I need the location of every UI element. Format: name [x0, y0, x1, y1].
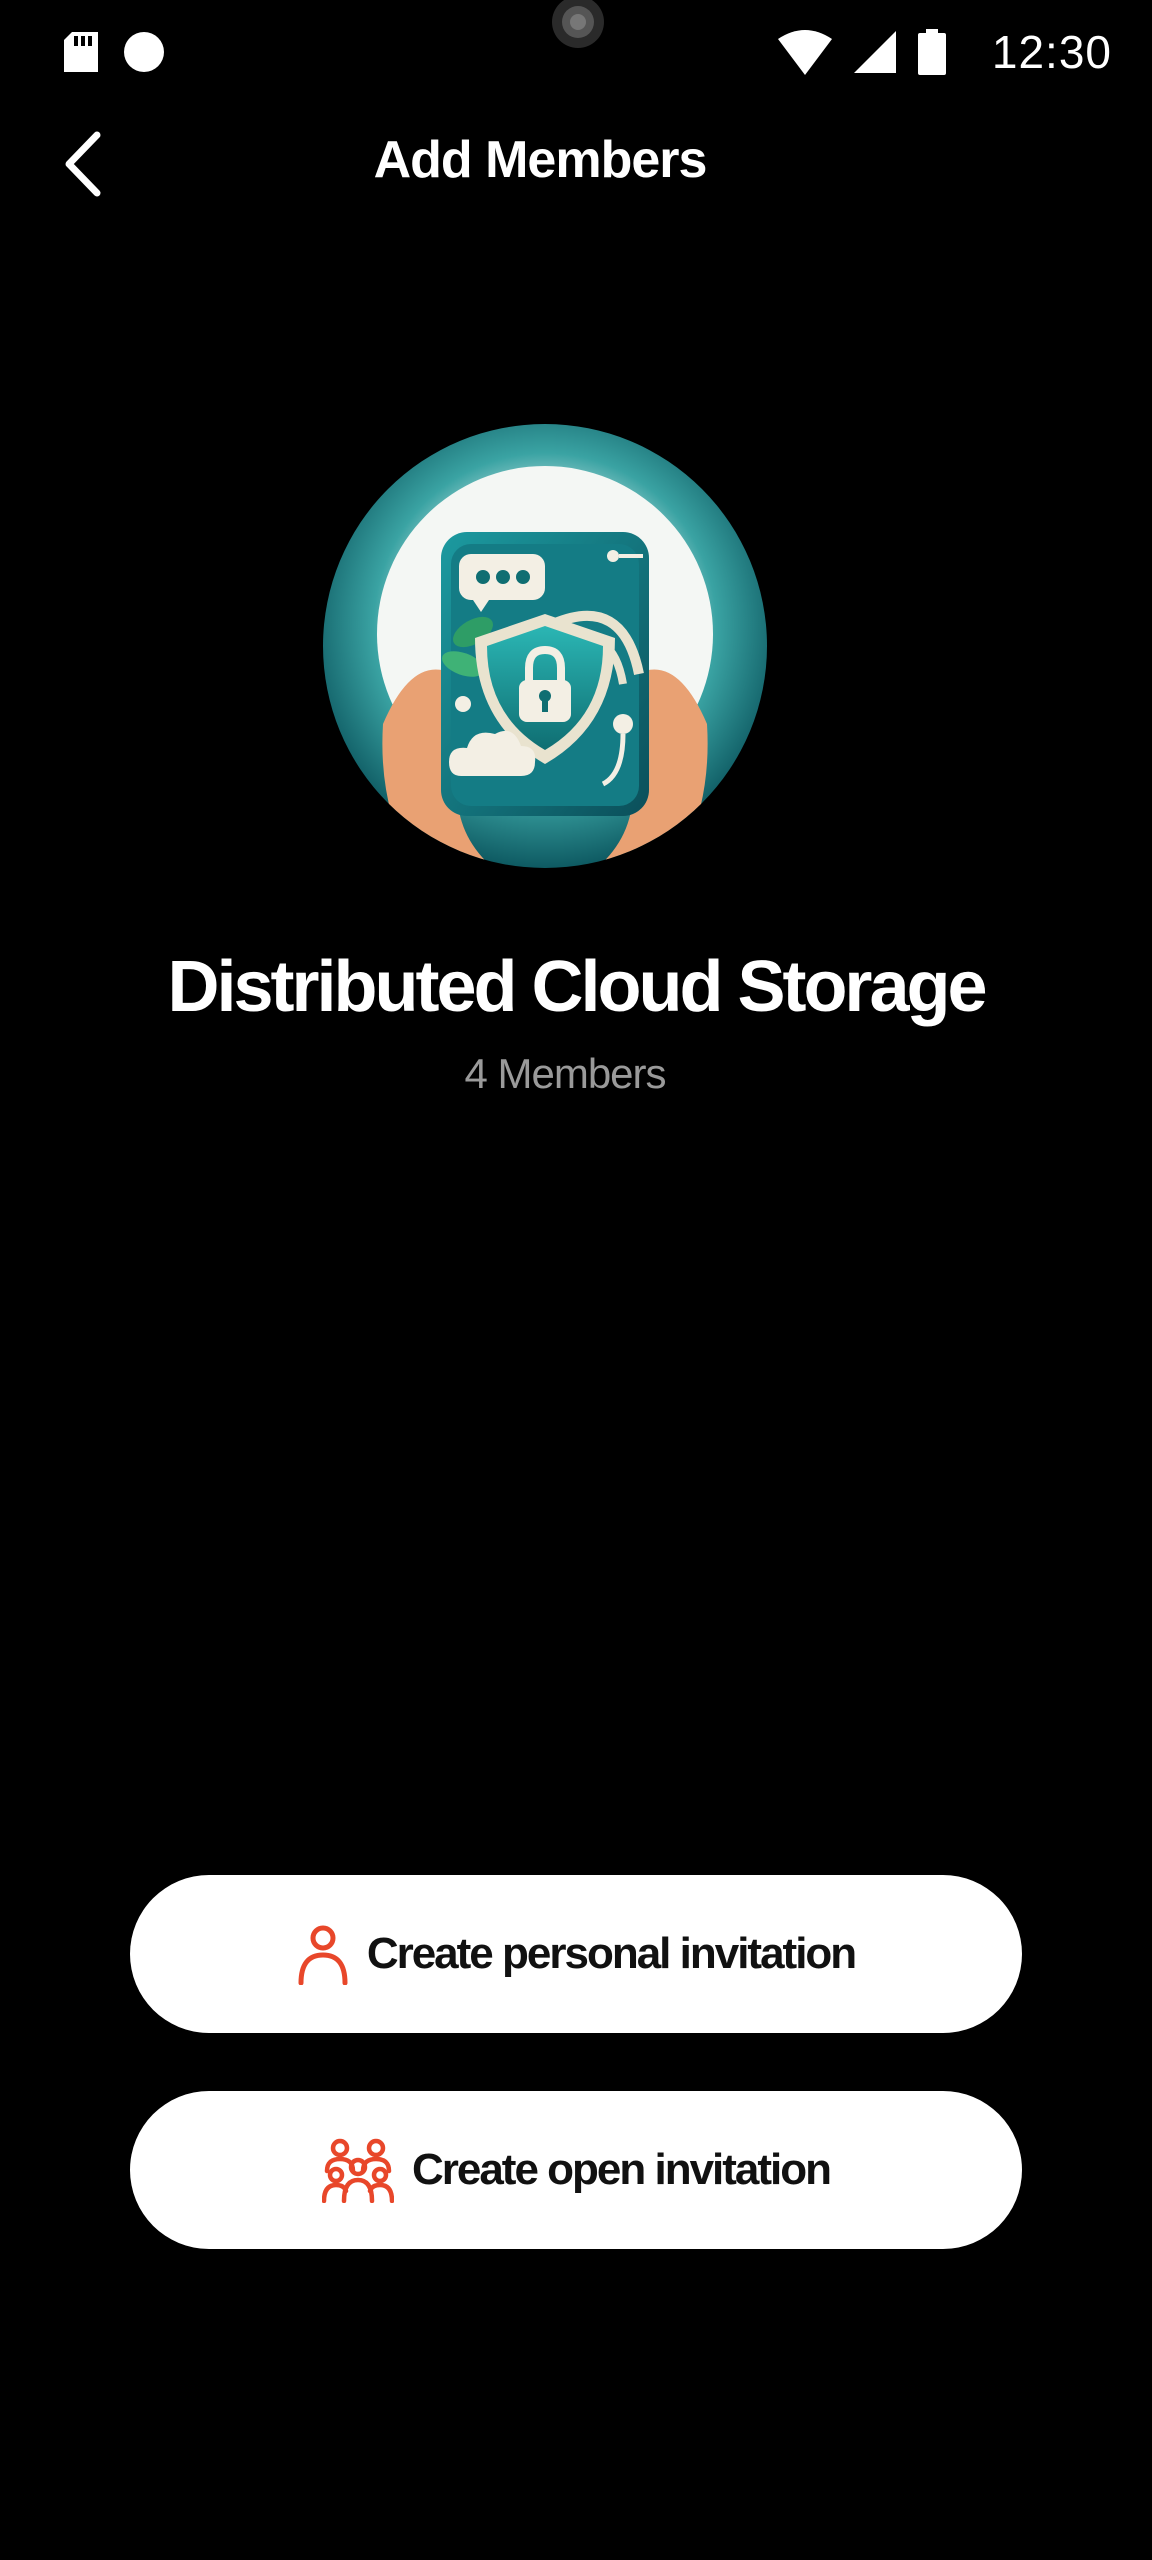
status-bar: 12:30 — [0, 0, 1152, 110]
group-name: Distributed Cloud Storage — [167, 947, 987, 1027]
open-invitation-label: Create open invitation — [411, 2145, 832, 2194]
status-right-icons: 12:30 — [777, 14, 1112, 90]
page-title: Add Members — [373, 131, 708, 189]
battery-icon — [917, 29, 946, 75]
group-outline-icon — [321, 2138, 394, 2203]
status-left-icons — [64, 32, 164, 72]
notification-dot-icon — [124, 32, 164, 72]
group-avatar[interactable] — [323, 424, 767, 868]
member-count: 4 Members — [464, 1050, 666, 1097]
front-camera — [552, 0, 604, 48]
create-open-invitation-button[interactable]: Create open invitation — [130, 2091, 1022, 2249]
create-personal-invitation-button[interactable]: Create personal invitation — [130, 1875, 1022, 2033]
secure-phone-shield-lock-illustration — [323, 424, 767, 868]
wifi-icon — [777, 30, 832, 75]
status-clock: 12:30 — [991, 26, 1112, 78]
person-outline-icon — [298, 1925, 348, 1985]
sd-card-icon — [64, 32, 98, 72]
personal-invitation-label: Create personal invitation — [366, 1929, 857, 1978]
cellular-signal-icon — [853, 31, 896, 73]
app-header: Add Members — [0, 110, 1152, 220]
